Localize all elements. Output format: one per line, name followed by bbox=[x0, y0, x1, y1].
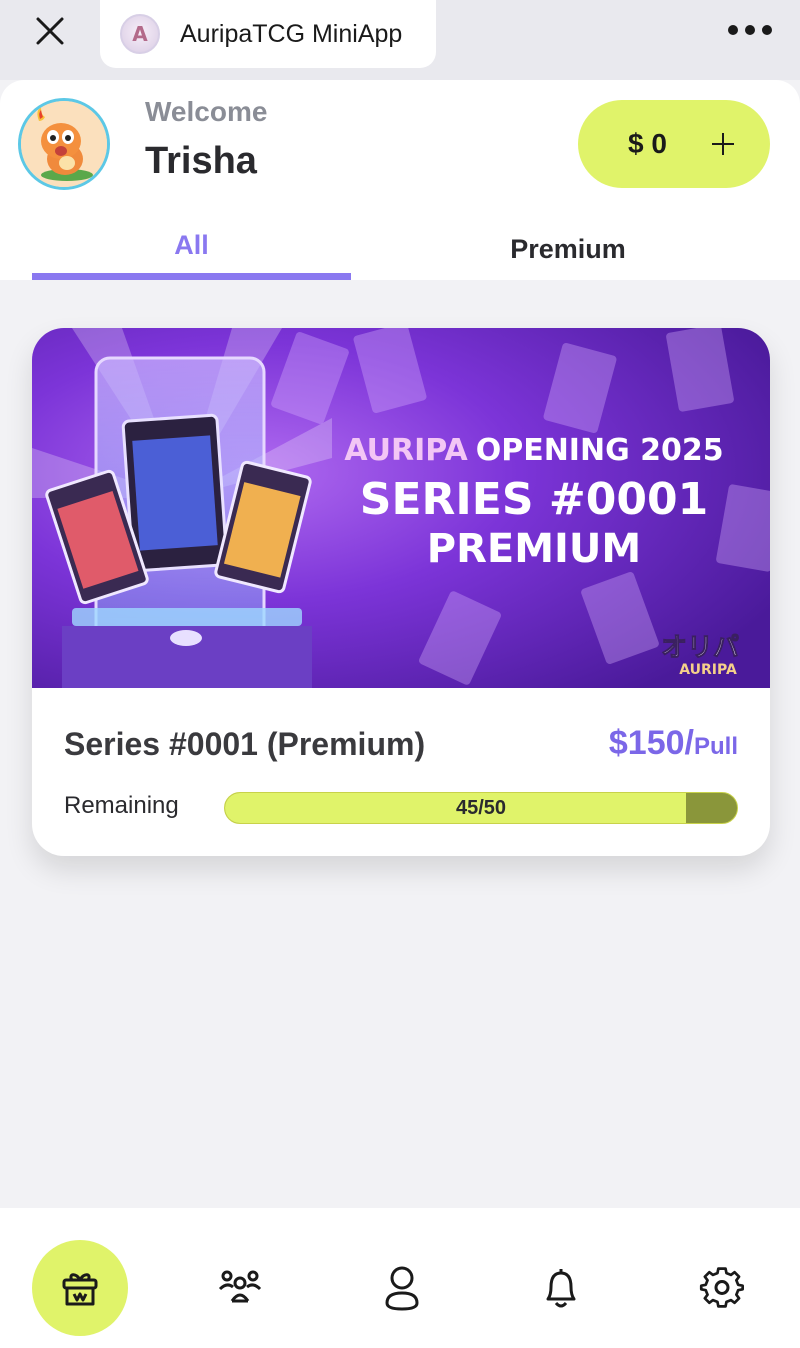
banner-line1-b-text: OPENING 2025 bbox=[476, 433, 724, 468]
active-tab-indicator bbox=[32, 273, 351, 280]
username: Trisha bbox=[145, 140, 257, 182]
bottom-navigation bbox=[0, 1208, 800, 1348]
banner-line1-a-text: AURIPA bbox=[344, 433, 468, 468]
tab-premium-label: Premium bbox=[510, 234, 626, 264]
series-banner-image: AURIPA OPENING 2025 SERIES #0001 PREMIUM … bbox=[32, 328, 770, 688]
remaining-progress-bar: 45/50 bbox=[224, 792, 738, 824]
nav-profile[interactable] bbox=[354, 1240, 450, 1336]
balance-button[interactable]: $ 0 bbox=[578, 100, 770, 188]
tab-all[interactable]: All bbox=[32, 226, 351, 280]
mini-app-topbar: A AuripaTCG MiniApp bbox=[0, 0, 800, 80]
tab-premium[interactable]: Premium bbox=[408, 226, 728, 280]
more-horizontal-icon bbox=[728, 25, 738, 35]
nav-settings[interactable] bbox=[674, 1240, 770, 1336]
nav-notifications[interactable] bbox=[513, 1240, 609, 1336]
settings-icon bbox=[699, 1267, 745, 1308]
bell-icon bbox=[546, 1269, 576, 1308]
banner-line3: PREMIUM bbox=[427, 526, 641, 572]
miniapp-title: AuripaTCG MiniApp bbox=[180, 19, 403, 48]
miniapp-logo: A bbox=[120, 14, 160, 54]
close-icon bbox=[36, 17, 64, 45]
series-title: Series #0001 (Premium) bbox=[64, 726, 426, 762]
avatar-character-image bbox=[21, 101, 107, 187]
remaining-count: 45/50 bbox=[455, 797, 507, 819]
series-price: $150/Pull bbox=[609, 724, 738, 763]
welcome-label: Welcome bbox=[145, 96, 268, 127]
users-group-icon bbox=[218, 1270, 262, 1303]
banner-line2: SERIES #0001 bbox=[360, 474, 708, 525]
banner-logo-en: AURIPA bbox=[679, 662, 737, 678]
miniapp-title-pill[interactable]: A AuripaTCG MiniApp bbox=[100, 0, 436, 68]
price-unit: Pull bbox=[693, 733, 738, 760]
gift-box-icon bbox=[62, 1273, 98, 1306]
tab-all-label: All bbox=[174, 230, 209, 260]
series-card[interactable]: AURIPA OPENING 2025 SERIES #0001 PREMIUM … bbox=[32, 328, 770, 856]
banner-line1-a: AURIPA OPENING 2025 bbox=[344, 433, 723, 468]
avatar[interactable] bbox=[18, 98, 110, 190]
more-options-button[interactable] bbox=[728, 18, 772, 42]
app-screen: A AuripaTCG MiniApp Welcome Trisha $ 0 A… bbox=[0, 0, 800, 1348]
plus-icon bbox=[712, 133, 734, 155]
nav-community[interactable] bbox=[192, 1240, 288, 1336]
user-header: Welcome Trisha $ 0 All Premium bbox=[0, 80, 800, 280]
price-amount: $150/ bbox=[608, 724, 694, 762]
profile-icon bbox=[385, 1266, 419, 1311]
remaining-label: Remaining bbox=[64, 792, 179, 819]
nav-home-gifts[interactable] bbox=[32, 1240, 128, 1336]
banner-logo-jp: オリパ bbox=[661, 633, 739, 663]
balance-amount: $ 0 bbox=[628, 128, 667, 159]
close-button[interactable] bbox=[30, 13, 70, 49]
